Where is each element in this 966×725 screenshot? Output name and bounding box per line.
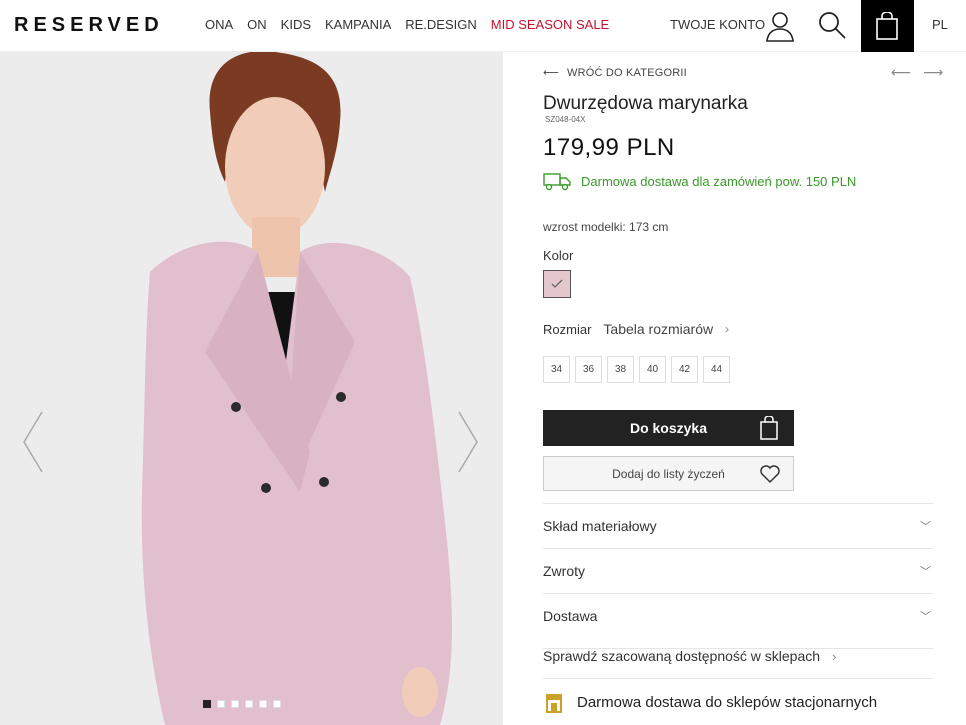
gallery-dots <box>203 700 281 708</box>
product-nav: ⟵ ⟶ <box>891 64 943 81</box>
back-label: WRÓĆ DO KATEGORII <box>566 66 687 79</box>
brand-logo[interactable]: RESERVED <box>14 14 164 37</box>
chevron-right-icon: › <box>832 648 837 664</box>
gallery-prev-icon[interactable] <box>22 410 46 474</box>
gallery-dot[interactable] <box>245 700 253 708</box>
arrow-left-icon: ⟵ <box>543 67 559 79</box>
size-options: 34 36 38 40 42 44 <box>543 356 730 383</box>
nav-item-sale[interactable]: MID SEASON SALE <box>491 17 609 32</box>
shopping-bag-icon <box>876 12 898 40</box>
size-option[interactable]: 38 <box>607 356 634 383</box>
size-option[interactable]: 40 <box>639 356 666 383</box>
check-icon <box>551 279 563 288</box>
add-to-cart-label: Do koszyka <box>629 420 708 436</box>
gallery-dot[interactable] <box>203 700 211 708</box>
nav-item-on[interactable]: ON <box>247 17 267 32</box>
product-title: Dwurzędowa marynarka <box>543 93 748 114</box>
free-delivery-info: Darmowa dostawa dla zamówień pow. 150 PL… <box>543 171 856 191</box>
size-option[interactable]: 36 <box>575 356 602 383</box>
site-header: RESERVED ONA ON KIDS KAMPANIA RE.DESIGN … <box>0 0 966 52</box>
heart-icon <box>760 465 780 484</box>
nav-item-kids[interactable]: KIDS <box>281 17 311 32</box>
size-row: Rozmiar Tabela rozmiarów › <box>543 321 729 337</box>
product-gallery <box>0 52 503 725</box>
product-sku: SZ048-04X <box>545 115 586 124</box>
wishlist-label: Dodaj do listy życzeń <box>612 466 725 481</box>
size-option[interactable]: 42 <box>671 356 698 383</box>
store-delivery-text: Darmowa dostawa do sklepów stacjonarnych <box>577 694 878 711</box>
check-store-availability[interactable]: Sprawdź szacowaną dostępność w sklepach … <box>543 648 836 664</box>
product-price: 179,99 PLN <box>543 134 675 161</box>
next-product-icon[interactable]: ⟶ <box>923 64 943 81</box>
add-to-wishlist-button[interactable]: Dodaj do listy życzeń <box>543 456 794 491</box>
gallery-dot[interactable] <box>217 700 225 708</box>
accordion-title: Dostawa <box>543 608 598 624</box>
chevron-down-icon: ﹀ <box>920 566 931 578</box>
chevron-down-icon: ﹀ <box>920 521 931 533</box>
color-label: Kolor <box>543 248 574 263</box>
store-icon <box>546 693 562 713</box>
accordion-title: Zwroty <box>543 563 585 579</box>
search-icon[interactable] <box>817 10 847 40</box>
prev-product-icon[interactable]: ⟵ <box>891 64 911 81</box>
language-selector[interactable]: PL <box>932 17 948 32</box>
delivery-text: Darmowa dostawa dla zamówień pow. 150 PL… <box>581 173 857 189</box>
gallery-dot[interactable] <box>273 700 281 708</box>
accordion-returns[interactable]: Zwroty ﹀ <box>543 548 933 593</box>
gallery-next-icon[interactable] <box>455 410 479 474</box>
nav-item-kampania[interactable]: KAMPANIA <box>325 17 391 32</box>
gallery-dot[interactable] <box>259 700 267 708</box>
user-icon[interactable] <box>764 10 796 42</box>
size-option[interactable]: 44 <box>703 356 730 383</box>
accordion-title: Skład materiałowy <box>543 518 657 534</box>
store-delivery-info: Darmowa dostawa do sklepów stacjonarnych <box>543 678 933 725</box>
size-option[interactable]: 34 <box>543 356 570 383</box>
main-nav: ONA ON KIDS KAMPANIA RE.DESIGN MID SEASO… <box>205 17 609 32</box>
delivery-truck-icon <box>543 173 571 191</box>
color-swatch[interactable] <box>543 270 571 298</box>
cart-button[interactable] <box>861 0 914 52</box>
size-table-link[interactable]: Tabela rozmiarów <box>603 321 713 337</box>
model-height: wzrost modelki: 173 cm <box>543 220 669 234</box>
nav-item-redesign[interactable]: RE.DESIGN <box>405 17 477 32</box>
check-stores-label: Sprawdź szacowaną dostępność w sklepach <box>543 648 821 664</box>
account-link[interactable]: TWOJE KONTO <box>670 17 765 32</box>
accordion-material[interactable]: Skład materiałowy ﹀ <box>543 503 933 548</box>
chevron-down-icon: ﹀ <box>920 611 931 623</box>
accordion-delivery[interactable]: Dostawa ﹀ <box>543 593 933 638</box>
nav-item-ona[interactable]: ONA <box>205 17 233 32</box>
product-photo <box>0 52 503 725</box>
size-label: Rozmiar <box>543 321 592 337</box>
shopping-bag-icon <box>760 416 778 440</box>
chevron-right-icon: › <box>725 322 730 336</box>
gallery-dot[interactable] <box>231 700 239 708</box>
back-to-category-link[interactable]: ⟵ WRÓĆ DO KATEGORII <box>543 66 687 80</box>
add-to-cart-button[interactable]: Do koszyka <box>543 410 794 446</box>
